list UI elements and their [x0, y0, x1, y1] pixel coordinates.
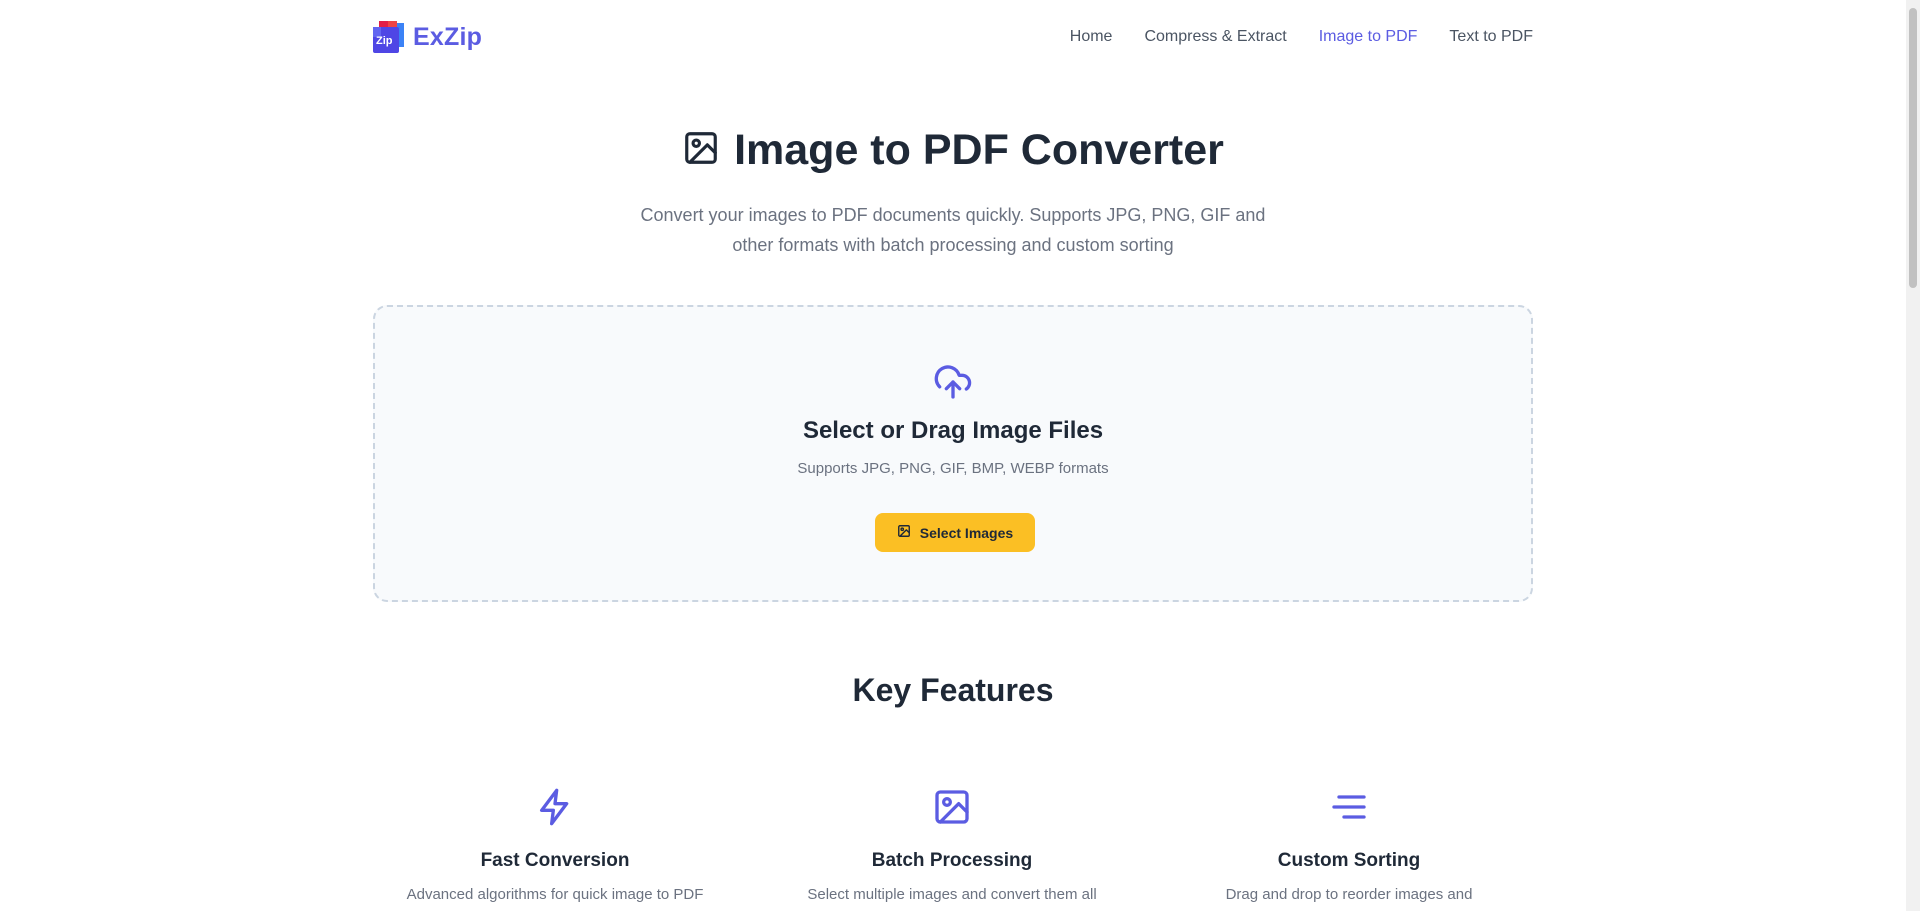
hero-heading: Image to PDF Converter: [0, 126, 1906, 175]
page-title: Image to PDF Converter: [734, 126, 1224, 174]
feature-title: Batch Processing: [871, 850, 1033, 871]
subtitle-line-2: other formats with batch processing and …: [732, 235, 1174, 255]
exzip-logo-icon: Zip: [373, 21, 405, 53]
feature-title: Custom Sorting: [1277, 850, 1421, 871]
page-subtitle: Convert your images to PDF documents qui…: [640, 200, 1266, 260]
cloud-upload-icon: [930, 362, 976, 407]
feature-card-custom-sorting: Custom Sorting Drag and drop to reorder …: [1169, 787, 1529, 906]
feature-desc: Drag and drop to reorder images and: [1225, 886, 1473, 903]
brand-name: ExZip: [413, 22, 483, 51]
main-nav: Home Compress & Extract Image to PDF Tex…: [1070, 28, 1533, 46]
feature-title: Fast Conversion: [480, 850, 630, 871]
dropzone-title: Select or Drag Image Files: [802, 417, 1104, 444]
nav-link-text-to-pdf[interactable]: Text to PDF: [1449, 28, 1533, 46]
features-heading: Key Features: [852, 672, 1054, 708]
feature-card-batch-processing: Batch Processing Select multiple images …: [772, 787, 1132, 906]
sort-icon: [1169, 787, 1529, 832]
image-icon: [682, 129, 720, 172]
page: Zip ExZip Home Compress & Extract Image …: [0, 0, 1920, 911]
scrollbar-thumb[interactable]: [1909, 8, 1917, 288]
nav-link-home[interactable]: Home: [1070, 28, 1113, 46]
feature-desc: Select multiple images and convert them …: [807, 886, 1097, 903]
select-images-button[interactable]: Select Images: [875, 513, 1035, 552]
feature-card-fast-conversion: Fast Conversion Advanced algorithms for …: [375, 787, 735, 906]
nav-link-compress-extract[interactable]: Compress & Extract: [1144, 28, 1286, 46]
image-dropzone[interactable]: Select or Drag Image Files Supports JPG,…: [373, 305, 1533, 602]
dropzone-subtitle: Supports JPG, PNG, GIF, BMP, WEBP format…: [797, 460, 1109, 477]
top-navbar: Zip ExZip Home Compress & Extract Image …: [373, 18, 1533, 56]
feature-desc: Advanced algorithms for quick image to P…: [406, 886, 704, 903]
brand[interactable]: Zip ExZip: [373, 21, 482, 53]
lightning-icon: [375, 787, 735, 832]
nav-link-image-to-pdf[interactable]: Image to PDF: [1319, 28, 1418, 46]
logo-text: Zip: [376, 35, 393, 47]
image-icon: [772, 787, 1132, 832]
vertical-scrollbar[interactable]: [1906, 0, 1920, 911]
select-images-label: Select Images: [919, 524, 1014, 541]
image-icon: [897, 524, 911, 541]
subtitle-line-1: Convert your images to PDF documents qui…: [640, 205, 1266, 225]
